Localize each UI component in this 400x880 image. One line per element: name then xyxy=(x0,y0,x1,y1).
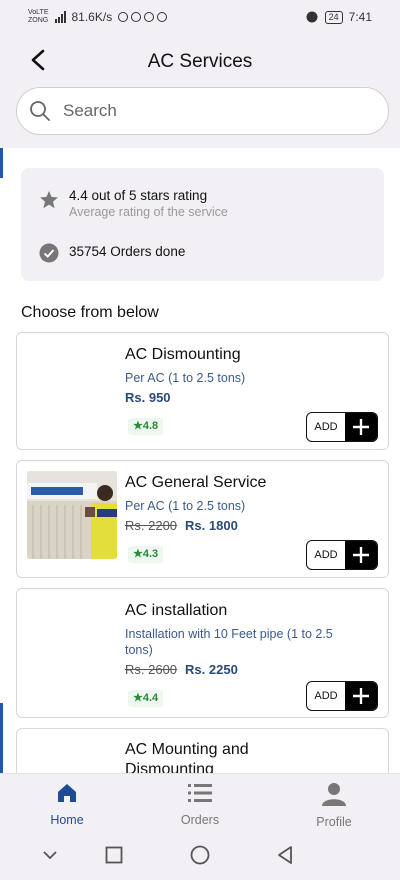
service-image xyxy=(27,471,117,559)
whatsapp-icon xyxy=(131,12,142,22)
status-right: 24 7:41 xyxy=(305,10,372,24)
service-description: Per AC (1 to 2.5 tons) xyxy=(125,499,246,513)
system-back-button[interactable] xyxy=(273,843,297,867)
old-price: Rs. 2200 xyxy=(125,518,178,533)
header: AC Services xyxy=(0,34,400,148)
service-description: Per AC (1 to 2.5 tons) xyxy=(125,371,246,385)
messenger-icon xyxy=(118,12,129,22)
service-price: Rs. 950 xyxy=(125,390,171,405)
rating-badge: ★4.8 xyxy=(128,418,164,435)
service-name: AC General Service xyxy=(125,474,267,491)
system-down-button[interactable] xyxy=(38,843,62,867)
price: Rs. 1800 xyxy=(185,518,238,533)
system-recents-button[interactable] xyxy=(102,843,126,867)
triangle-back-icon xyxy=(278,846,292,864)
plus-icon xyxy=(345,541,377,569)
service-card[interactable]: AC installation Installation with 10 Fee… xyxy=(16,588,389,718)
rating-subtext: Average rating of the service xyxy=(69,205,228,219)
rating-stat: 4.4 out of 5 stars rating Average rating… xyxy=(39,188,228,219)
search-bar[interactable] xyxy=(16,87,389,135)
check-circle-icon xyxy=(39,243,59,263)
system-home-button[interactable] xyxy=(188,843,212,867)
rating-badge: ★4.4 xyxy=(128,690,164,707)
page-title: AC Services xyxy=(147,51,253,72)
edge-strip xyxy=(0,703,3,773)
price: Rs. 950 xyxy=(125,390,171,405)
carrier-label: VoLTE ZONG xyxy=(28,9,49,25)
rating-badge: ★4.3 xyxy=(128,546,164,563)
list-icon xyxy=(188,784,212,802)
service-name: AC installation xyxy=(125,602,228,619)
rating-text: 4.4 out of 5 stars rating xyxy=(69,188,208,203)
orders-stat: 35754 Orders done xyxy=(39,241,185,263)
add-label: ADD xyxy=(314,690,338,702)
add-button[interactable]: ADD xyxy=(306,412,378,442)
home-icon xyxy=(58,784,76,802)
carrier-bottom: ZONG xyxy=(28,17,49,24)
plus-icon xyxy=(345,413,377,441)
carrier-top: VoLTE xyxy=(28,9,49,16)
plus-icon xyxy=(345,682,377,710)
status-bar: VoLTE ZONG 81.6K/s 24 7:41 xyxy=(0,0,400,34)
net-speed: 81.6K/s xyxy=(71,10,113,24)
search-input[interactable] xyxy=(63,101,343,121)
app-icon xyxy=(157,12,168,22)
old-price: Rs. 2600 xyxy=(125,662,178,677)
square-icon xyxy=(105,846,123,864)
add-label: ADD xyxy=(314,549,338,561)
service-list-area[interactable]: 4.4 out of 5 stars rating Average rating… xyxy=(0,148,400,773)
technician-photo xyxy=(27,471,117,559)
chevron-down-icon xyxy=(43,851,57,860)
service-description: Installation with 10 Feet pipe (1 to 2.5… xyxy=(125,627,333,657)
signal-icon xyxy=(54,11,66,23)
section-title: Choose from below xyxy=(21,304,159,321)
edge-strip xyxy=(0,148,3,178)
bottom-nav: Home Orders Profile xyxy=(0,773,400,831)
battery-icon: 24 xyxy=(324,10,343,24)
add-button[interactable]: ADD xyxy=(306,540,378,570)
search-icon xyxy=(30,101,50,121)
star-icon xyxy=(40,191,58,209)
person-icon xyxy=(322,783,346,806)
nav-profile-label: Profile xyxy=(316,815,352,829)
service-price: Rs. 2600 Rs. 2250 xyxy=(125,662,238,677)
orders-text: 35754 Orders done xyxy=(69,244,186,259)
service-card[interactable]: AC General Service Per AC (1 to 2.5 tons… xyxy=(16,460,389,578)
notification-icons xyxy=(118,12,168,22)
nav-home-label: Home xyxy=(50,813,84,827)
nav-profile[interactable]: Profile xyxy=(284,782,384,829)
add-button[interactable]: ADD xyxy=(306,681,378,711)
nav-orders-label: Orders xyxy=(180,813,220,827)
service-stats-card: 4.4 out of 5 stars rating Average rating… xyxy=(21,168,384,281)
service-card[interactable]: AC Mounting and Dismounting xyxy=(16,728,389,773)
app-icon xyxy=(144,12,155,22)
alarm-icon xyxy=(306,11,318,23)
status-left: VoLTE ZONG 81.6K/s xyxy=(28,9,168,25)
price: Rs. 2250 xyxy=(185,662,238,677)
service-name: AC Mounting and Dismounting xyxy=(125,741,249,773)
system-nav-bar xyxy=(0,831,400,880)
clock: 7:41 xyxy=(348,10,372,24)
service-price: Rs. 2200 Rs. 1800 xyxy=(125,518,238,533)
nav-orders[interactable]: Orders xyxy=(150,782,250,827)
circle-icon xyxy=(190,845,210,865)
service-card[interactable]: AC Dismounting Per AC (1 to 2.5 tons) Rs… xyxy=(16,332,389,450)
app-screen: VoLTE ZONG 81.6K/s 24 7:41 AC Services S… xyxy=(0,0,400,880)
add-label: ADD xyxy=(314,421,338,433)
nav-home[interactable]: Home xyxy=(17,782,117,827)
service-name: AC Dismounting xyxy=(125,346,241,363)
